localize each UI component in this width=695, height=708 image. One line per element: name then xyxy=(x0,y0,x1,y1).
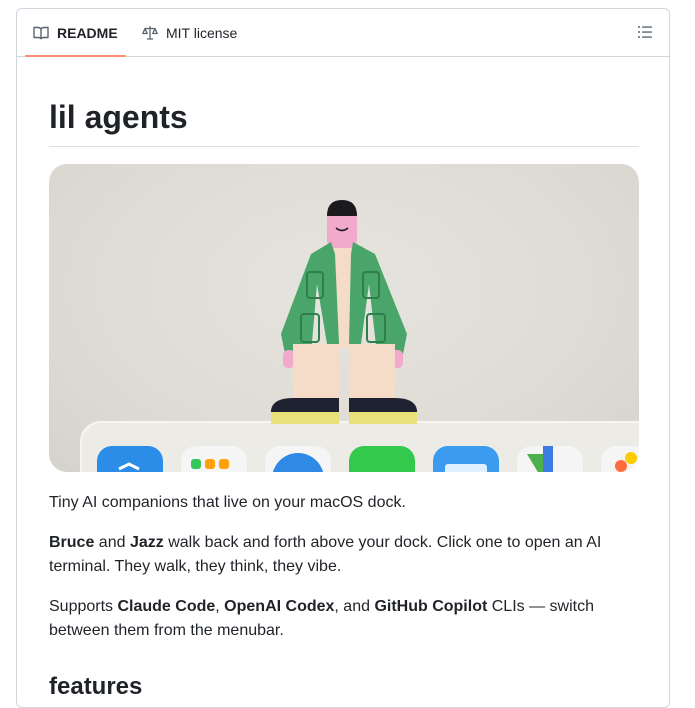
character-bruce xyxy=(271,200,417,424)
list-unordered-icon[interactable] xyxy=(637,24,653,40)
supports-prefix: Supports xyxy=(49,598,118,615)
cli-github-copilot: GitHub Copilot xyxy=(374,598,488,615)
active-tab-indicator xyxy=(25,55,126,57)
cli-claude-code: Claude Code xyxy=(117,598,216,615)
tab-readme-label: README xyxy=(57,24,118,41)
cli-openai-codex: OpenAI Codex xyxy=(224,598,335,615)
readme-tabbar: README MIT license xyxy=(17,9,669,57)
law-scale-icon xyxy=(142,25,158,40)
agents-paragraph: Bruce and Jazz walk back and forth above… xyxy=(49,531,639,579)
hero-illustration xyxy=(80,200,639,472)
hero-image xyxy=(49,164,639,472)
text-and: and xyxy=(94,534,130,551)
supports-sep-2: , and xyxy=(334,598,375,615)
supports-sep-1: , xyxy=(215,598,225,615)
title-divider xyxy=(49,146,639,147)
intro-paragraph: Tiny AI companions that live on your mac… xyxy=(49,494,406,511)
agent-name-bruce: Bruce xyxy=(49,534,95,551)
agent-name-jazz: Jazz xyxy=(129,534,164,551)
readme-panel: README MIT license lil agents Tiny AI co… xyxy=(16,8,670,708)
book-icon xyxy=(33,26,49,39)
tab-readme[interactable]: README xyxy=(33,9,118,56)
tab-license[interactable]: MIT license xyxy=(142,9,237,56)
tab-license-label: MIT license xyxy=(166,24,238,41)
supports-paragraph: Supports Claude Code, OpenAI Codex, and … xyxy=(49,595,639,643)
page-title: lil agents xyxy=(49,99,188,135)
features-heading: features xyxy=(49,673,143,700)
